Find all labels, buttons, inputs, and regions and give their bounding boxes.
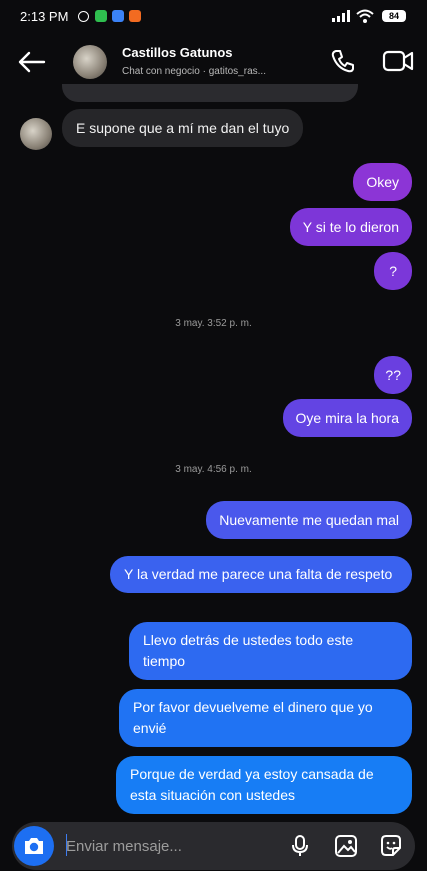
whatsapp-icon [95, 10, 107, 22]
outgoing-message[interactable]: Nuevamente me quedan mal [206, 501, 412, 539]
camera-icon [25, 838, 43, 854]
message-input[interactable] [66, 834, 266, 858]
signal-icon [332, 10, 350, 22]
battery-level: 84 [388, 11, 399, 21]
alarm-icon [78, 11, 89, 22]
contact-avatar[interactable] [73, 45, 107, 79]
video-call-icon[interactable] [382, 48, 414, 74]
outgoing-message[interactable]: Y si te lo dieron [289, 208, 412, 246]
incoming-message[interactable]: E supone que a mí me dan el tuyo [62, 109, 304, 147]
status-time: 2:13 PM [20, 9, 69, 24]
outgoing-message[interactable]: Llevo detrás de ustedes todo este tiempo [129, 622, 412, 680]
outgoing-message[interactable]: Por favor devuelveme el dinero que yo en… [119, 689, 412, 747]
outgoing-message[interactable]: Y la verdad me parece una falta de respe… [110, 556, 412, 593]
sender-avatar [20, 118, 52, 150]
messenger-icon [112, 10, 124, 22]
outgoing-message[interactable]: Oye mira la hora [282, 399, 412, 437]
camera-button[interactable] [14, 826, 54, 866]
outgoing-message[interactable]: ?? [374, 356, 412, 394]
back-arrow-icon[interactable] [16, 50, 46, 74]
chat-header: Castillos Gatunos Chat con negocio · gat… [0, 34, 427, 90]
chat-subtitle: Chat con negocio · gatitos_ras... [122, 66, 266, 77]
outgoing-message[interactable]: Porque de verdad ya estoy cansada de est… [116, 756, 412, 814]
outgoing-message[interactable]: ? [374, 252, 412, 290]
chat-title[interactable]: Castillos Gatunos [122, 45, 233, 60]
gallery-icon[interactable] [334, 834, 358, 858]
outgoing-message[interactable]: Okey [353, 163, 412, 201]
battery-icon: 84 [382, 10, 406, 22]
status-bar: 2:13 PM 84 [0, 0, 427, 34]
timestamp: 3 may. 4:56 p. m. [175, 464, 252, 475]
wifi-icon [356, 9, 374, 23]
notification-app-icon [129, 10, 141, 22]
timestamp: 3 may. 3:52 p. m. [175, 318, 252, 329]
sticker-icon[interactable] [379, 834, 403, 858]
text-cursor [66, 834, 67, 856]
microphone-icon[interactable] [288, 834, 312, 858]
previous-message-bubble [62, 84, 358, 102]
phone-call-icon[interactable] [330, 48, 356, 74]
message-composer [12, 822, 415, 870]
